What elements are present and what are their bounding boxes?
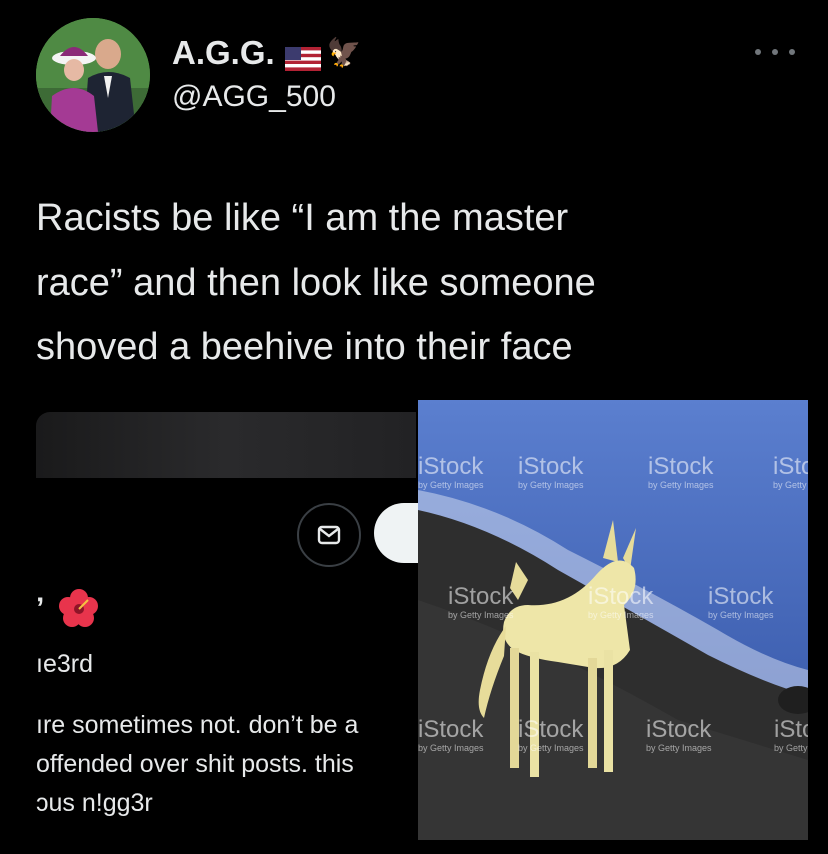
watermark-sub: by Getty Images [588, 610, 654, 620]
more-dot [772, 49, 778, 55]
message-button[interactable] [297, 503, 361, 567]
watermark: iStock by Getty Images [774, 718, 808, 753]
watermark: iStock by Getty Images [448, 585, 514, 620]
watermark: iStock by Getty Images [708, 585, 774, 620]
watermark: iStock by Getty Images [773, 455, 808, 490]
display-name-row[interactable]: A.G.G. 🦅 [172, 34, 362, 72]
watermark-sub: by Getty Images [646, 743, 712, 753]
watermark-brand: iStock [588, 583, 654, 610]
quoted-profile-banner [36, 412, 416, 478]
watermark-brand: iStock [708, 583, 774, 610]
stock-photo-dog: iStock by Getty Images iStock by Getty I… [418, 400, 808, 840]
envelope-icon [317, 525, 341, 545]
watermark-brand: iStock [518, 716, 584, 743]
watermark-brand: iStock [518, 453, 584, 480]
more-dot [755, 49, 761, 55]
watermark-brand: iStock [648, 453, 714, 480]
hibiscus-icon [58, 588, 100, 630]
tweet-text: Racists be like “I am the master race” a… [36, 197, 596, 369]
watermark: iStock by Getty Images [518, 455, 584, 490]
watermark-brand: iStock [646, 716, 712, 743]
watermark: iStock by Getty Images [648, 455, 714, 490]
watermark-sub: by Getty Images [648, 480, 714, 490]
display-name: A.G.G. [172, 34, 275, 71]
watermark-sub: by Getty Images [448, 610, 514, 620]
watermark: iStock by Getty Images [418, 718, 484, 753]
avatar-photo [36, 18, 150, 132]
watermark-sub: by Getty Images [774, 743, 808, 753]
watermark-sub: by Getty Images [418, 743, 484, 753]
eagle-icon: 🦅 [326, 37, 362, 68]
quoted-name-partial: ’ [36, 592, 45, 625]
quoted-name-row: ’ [36, 588, 100, 630]
watermark-sub: by Getty Images [418, 480, 484, 490]
watermark-brand: iStock [773, 453, 808, 480]
quoted-handle: ıe3rd [36, 650, 93, 678]
more-dot [789, 49, 795, 55]
watermark-sub: by Getty Images [518, 743, 584, 753]
watermark-sub: by Getty Images [518, 480, 584, 490]
watermark-brand: iStock [448, 583, 514, 610]
us-flag-icon [284, 41, 321, 71]
watermark-brand: iStock [774, 716, 808, 743]
watermark: iStock by Getty Images [646, 718, 712, 753]
watermark: iStock by Getty Images [418, 455, 484, 490]
watermark-sub: by Getty Images [773, 480, 808, 490]
watermark-brand: iStock [418, 453, 484, 480]
watermark-brand: iStock [418, 716, 484, 743]
user-handle[interactable]: @AGG_500 [172, 80, 336, 114]
more-options-icon[interactable] [755, 44, 795, 60]
watermark: iStock by Getty Images [518, 718, 584, 753]
watermark: iStock by Getty Images [588, 585, 654, 620]
watermark-sub: by Getty Images [708, 610, 774, 620]
quoted-tweet-text: ıre sometimes not. don’t be a offended o… [36, 711, 359, 817]
profile-avatar[interactable] [36, 18, 150, 132]
